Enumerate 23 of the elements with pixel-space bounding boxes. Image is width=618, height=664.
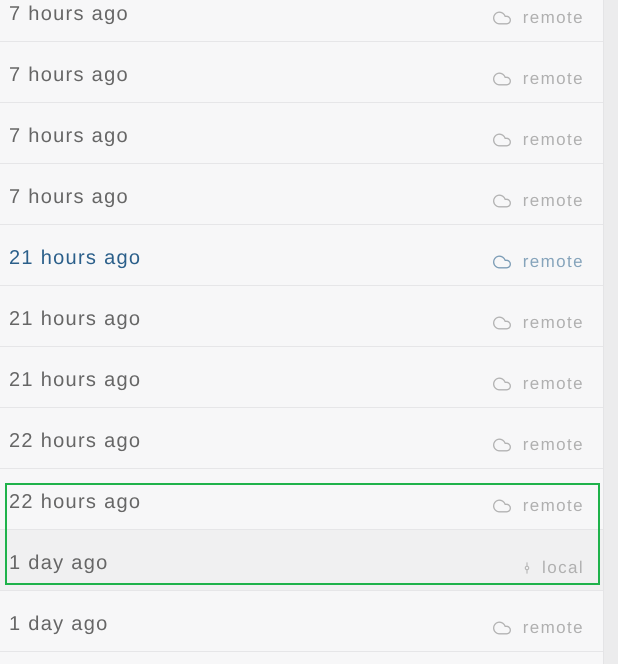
timestamp: 7 hours ago	[9, 185, 129, 209]
source-label: remote	[522, 251, 584, 273]
source-label: remote	[522, 7, 584, 29]
source-label: remote	[522, 312, 584, 334]
source-label: remote	[522, 68, 584, 90]
source-label: remote	[522, 373, 584, 395]
timestamp: 7 hours ago	[9, 124, 129, 148]
source-label: remote	[522, 434, 584, 456]
source-label: remote	[522, 190, 584, 212]
source-label: remote	[522, 129, 584, 151]
timestamp: 1 day ago	[9, 551, 109, 575]
timestamp: 7 hours ago	[9, 2, 129, 26]
timestamp: 22 hours ago	[9, 490, 142, 514]
source-label: remote	[522, 495, 584, 517]
timestamp: 7 hours ago	[9, 63, 129, 87]
timestamp: 21 hours ago	[9, 368, 142, 392]
history-row[interactable]: 1 day ago local	[0, 530, 603, 591]
source-label: local	[542, 557, 584, 579]
timestamp: 21 hours ago	[9, 307, 142, 331]
timestamp: 1 day ago	[9, 612, 109, 636]
timestamp: 22 hours ago	[9, 429, 142, 453]
source-label: remote	[522, 617, 584, 639]
timestamp: 21 hours ago	[9, 246, 142, 270]
